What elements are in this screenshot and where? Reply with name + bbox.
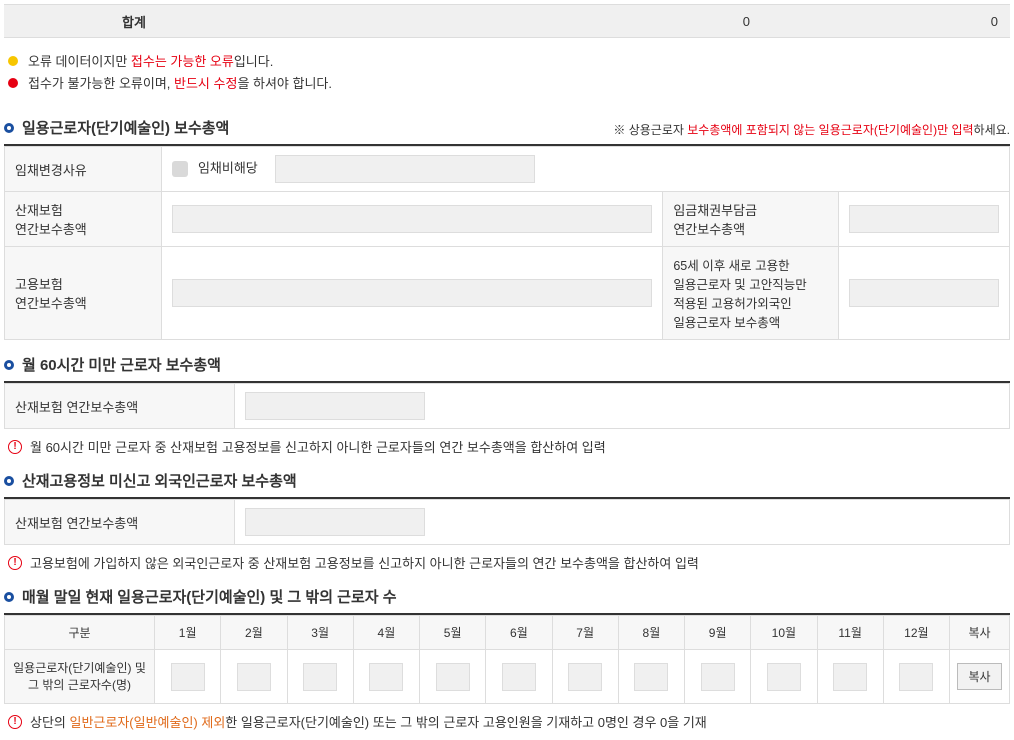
wage-reason-checkbox[interactable] (172, 161, 188, 177)
s2-input[interactable] (245, 392, 425, 420)
month-12-input[interactable] (899, 663, 933, 691)
goyoung-annual-input[interactable] (172, 279, 652, 307)
col-month: 8월 (618, 616, 684, 650)
col-month: 2월 (221, 616, 287, 650)
info-icon: ! (8, 715, 22, 729)
col-month: 12월 (883, 616, 949, 650)
bullet-icon (4, 592, 14, 602)
month-9-input[interactable] (701, 663, 735, 691)
bullet-icon (4, 476, 14, 486)
over65-input[interactable] (849, 279, 999, 307)
col-copy: 복사 (950, 616, 1010, 650)
section-4-head: 매월 말일 현재 일용근로자(단기예술인) 및 그 밖의 근로자 수 (4, 586, 1010, 615)
col-month: 10월 (751, 616, 817, 650)
month-6-input[interactable] (502, 663, 536, 691)
section-3-table: 산재보험 연간보수총액 (4, 499, 1010, 545)
legend-yellow: 오류 데이터이지만 접수는 가능한 오류입니다. (8, 51, 1006, 70)
col-month: 5월 (420, 616, 486, 650)
info-icon: ! (8, 440, 22, 454)
s1-row2-right-label: 임금채권부담금 연간보수총액 (663, 192, 839, 247)
total-row: 합계 0 0 (4, 4, 1010, 38)
col-month: 7월 (552, 616, 618, 650)
info-icon: ! (8, 556, 22, 570)
copy-button[interactable]: 복사 (957, 663, 1001, 690)
total-value-1: 0 (264, 14, 930, 29)
col-month: 6월 (486, 616, 552, 650)
col-month: 3월 (287, 616, 353, 650)
months-row-label: 일용근로자(단기예술인) 및 그 밖의 근로자수(명) (5, 650, 155, 704)
s1-row3-right-label: 65세 이후 새로 고용한 일용근로자 및 고안직능만 적용된 고용허가외국인 … (663, 247, 839, 340)
section-1-table: 임채변경사유 임채비해당 산재보험 연간보수총액 임금채권부담금 연간보수총액 … (4, 146, 1010, 340)
s3-label: 산재보험 연간보수총액 (5, 500, 235, 545)
month-5-input[interactable] (436, 663, 470, 691)
wage-reason-input[interactable] (275, 155, 535, 183)
s2-label: 산재보험 연간보수총액 (5, 384, 235, 429)
legend-red: 접수가 불가능한 오류이며, 반드시 수정을 하셔야 합니다. (8, 73, 1006, 92)
month-10-input[interactable] (767, 663, 801, 691)
section-1-head: 일용근로자(단기예술인) 보수총액 ※ 상용근로자 보수총액에 포함되지 않는 … (4, 117, 1010, 146)
legend: 오류 데이터이지만 접수는 가능한 오류입니다. 접수가 불가능한 오류이며, … (4, 38, 1010, 103)
months-table: 구분 1월 2월 3월 4월 5월 6월 7월 8월 9월 10월 11월 12… (4, 615, 1010, 704)
col-month: 1월 (155, 616, 221, 650)
col-gubun: 구분 (5, 616, 155, 650)
section-2-head: 월 60시간 미만 근로자 보수총액 (4, 354, 1010, 383)
month-3-input[interactable] (303, 663, 337, 691)
bullet-icon (4, 360, 14, 370)
total-label: 합계 (4, 12, 264, 31)
s3-info: ! 고용보험에 가입하지 않은 외국인근로자 중 산재보험 고용정보를 신고하지… (8, 553, 1010, 572)
section-1-title: 일용근로자(단기예술인) 보수총액 (22, 117, 229, 138)
sanjae-annual-input[interactable] (172, 205, 652, 233)
s3-input[interactable] (245, 508, 425, 536)
section-2-table: 산재보험 연간보수총액 (4, 383, 1010, 429)
section-3-title: 산재고용정보 미신고 외국인근로자 보수총액 (22, 470, 297, 491)
month-1-input[interactable] (171, 663, 205, 691)
total-value-2: 0 (930, 14, 1010, 29)
s1-row3-label: 고용보험 연간보수총액 (5, 247, 162, 340)
section-4-title: 매월 말일 현재 일용근로자(단기예술인) 및 그 밖의 근로자 수 (22, 586, 397, 607)
section-2-title: 월 60시간 미만 근로자 보수총액 (22, 354, 221, 375)
month-7-input[interactable] (568, 663, 602, 691)
bullet-icon (4, 123, 14, 133)
month-8-input[interactable] (634, 663, 668, 691)
month-11-input[interactable] (833, 663, 867, 691)
col-month: 11월 (817, 616, 883, 650)
col-month: 9월 (685, 616, 751, 650)
wage-claim-input[interactable] (849, 205, 999, 233)
s1-row2-label: 산재보험 연간보수총액 (5, 192, 162, 247)
s4-info: ! 상단의 일반근로자(일반예술인) 제외한 일용근로자(단기예술인) 또는 그… (8, 712, 1010, 731)
month-4-input[interactable] (369, 663, 403, 691)
month-2-input[interactable] (237, 663, 271, 691)
section-1-note: ※ 상용근로자 보수총액에 포함되지 않는 일용근로자(단기예술인)만 입력하세… (613, 121, 1010, 138)
section-3-head: 산재고용정보 미신고 외국인근로자 보수총액 (4, 470, 1010, 499)
s2-info: ! 월 60시간 미만 근로자 중 산재보험 고용정보를 신고하지 아니한 근로… (8, 437, 1010, 456)
wage-reason-text: 임채비해당 (198, 160, 258, 175)
s1-row1-label: 임채변경사유 (5, 147, 162, 192)
col-month: 4월 (353, 616, 419, 650)
dot-yellow-icon (8, 56, 18, 66)
dot-red-icon (8, 78, 18, 88)
